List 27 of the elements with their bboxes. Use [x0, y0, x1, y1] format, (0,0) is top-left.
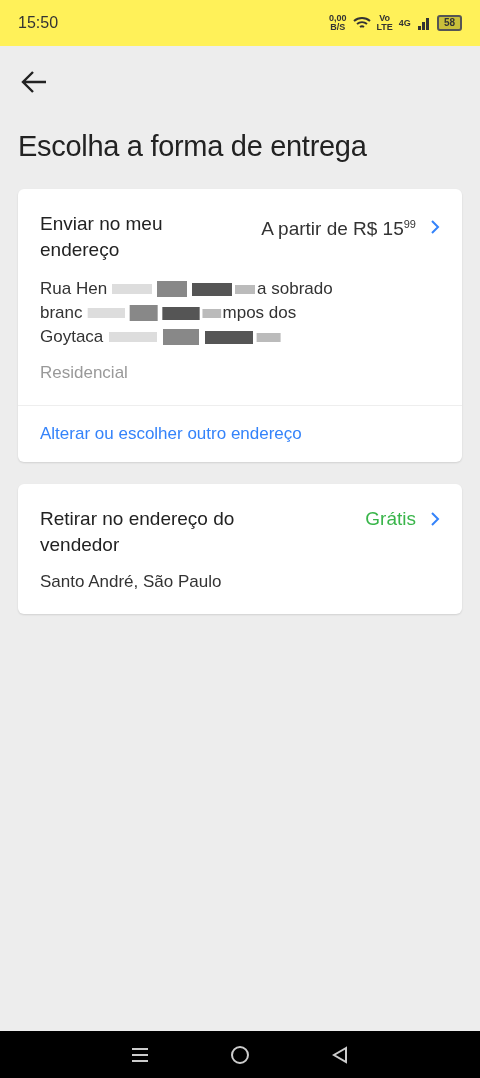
address-text: Rua Hen	[40, 279, 108, 299]
back-triangle-icon[interactable]	[331, 1045, 350, 1064]
option-price: A partir de R$ 15$^{99}$	[261, 217, 416, 242]
address-text: a sobrado	[257, 279, 333, 299]
address-text: branc	[40, 303, 83, 323]
address-text: mpos dos	[222, 303, 297, 323]
address-text: Goytaca	[40, 327, 104, 347]
page-title: Escolha a forma de entrega	[18, 130, 368, 163]
shipping-option-card[interactable]: Enviar no meu endereço A partir de R$ 15$^{99}$ Rua Hen a sobrado branc mpos dos Goytaca Residencial Alterar ou escolher outro endereço	[18, 189, 462, 462]
shipping-option-card[interactable]: Retirar no endereço do vendedor Grátis Santo André, São Paulo	[18, 484, 462, 614]
home-circle-icon[interactable]	[230, 1044, 250, 1065]
change-address-link[interactable]: Alterar ou escolher outro endereço	[18, 405, 462, 462]
option-title: Retirar no endereço do vendedor	[40, 507, 236, 557]
signal-icon	[416, 16, 431, 30]
network-speed: 0,00 B/S	[329, 14, 347, 32]
address-type: Residencial	[40, 363, 129, 383]
wifi-icon	[352, 16, 371, 30]
pickup-location: Santo André, São Paulo	[40, 572, 223, 592]
network-type: 4G	[398, 18, 411, 28]
option-title: Enviar no meu endereço	[40, 212, 164, 262]
chevron-right-icon	[430, 218, 440, 235]
status-time: 15:50	[18, 14, 59, 32]
battery-indicator: 58	[436, 15, 462, 31]
volte-indicator: Vo LTE	[376, 14, 393, 32]
menu-icon[interactable]	[130, 1046, 149, 1063]
option-price: Grátis	[365, 507, 416, 531]
chevron-right-icon	[430, 511, 440, 527]
